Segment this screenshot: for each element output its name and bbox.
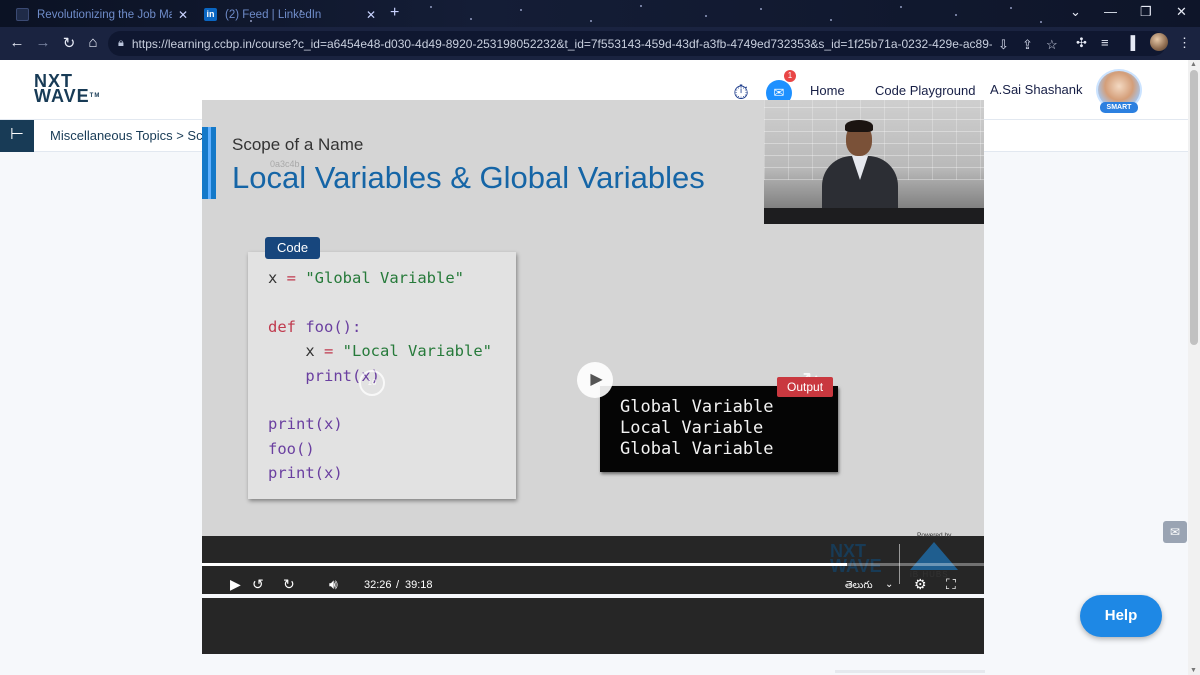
forward-arrow-icon[interactable]: → bbox=[34, 34, 52, 51]
replay-10-icon[interactable]: ↺ bbox=[252, 576, 264, 593]
slide-subtitle: Scope of a Name bbox=[232, 135, 364, 154]
output-console: Global Variable Local Variable Global Va… bbox=[600, 386, 838, 472]
user-name[interactable]: A.Sai Shashank bbox=[990, 82, 1083, 97]
page-footer-bar bbox=[835, 670, 985, 673]
share-icon[interactable]: ⇪ bbox=[1022, 37, 1033, 53]
tab-favicon bbox=[16, 8, 29, 21]
tab-title: Revolutionizing the Job Market bbox=[37, 8, 172, 21]
output-line: Local Variable bbox=[620, 418, 764, 438]
back-arrow-icon[interactable]: ← bbox=[8, 34, 26, 51]
code-token: x bbox=[268, 342, 324, 361]
code-line: x = "Local Variable" bbox=[268, 339, 516, 363]
restore-button[interactable]: ❐ bbox=[1140, 4, 1152, 20]
play-icon[interactable]: ▶ bbox=[230, 576, 241, 593]
code-line: foo() bbox=[268, 437, 516, 461]
video-frame: Scope of a Name 0a3c4b Local Variables &… bbox=[202, 100, 984, 584]
smart-badge: SMART bbox=[1100, 102, 1138, 113]
side-panel-icon[interactable]: ▐ bbox=[1126, 35, 1135, 50]
settings-icon[interactable]: ⚙ bbox=[914, 576, 927, 593]
code-token: "Local Variable" bbox=[333, 342, 492, 361]
install-app-icon[interactable]: ⇩ bbox=[998, 37, 1009, 53]
output-label: Output bbox=[777, 377, 834, 397]
code-line: def foo(): bbox=[268, 315, 516, 339]
code-line: print(x) bbox=[268, 461, 516, 485]
close-window-button[interactable]: ✕ bbox=[1176, 4, 1187, 20]
nav-home-link[interactable]: Home bbox=[810, 83, 845, 98]
close-tab-icon[interactable]: ✕ bbox=[366, 8, 376, 22]
volume-icon[interactable]: 🔊︎ bbox=[329, 576, 338, 593]
nxtwave-brand-logo: NXT WAVE bbox=[830, 541, 882, 576]
nav-code-playground-link[interactable]: Code Playground bbox=[875, 83, 975, 98]
presenter-hair bbox=[845, 120, 873, 132]
close-tab-icon[interactable]: ✕ bbox=[178, 8, 188, 22]
linkedin-favicon-icon: in bbox=[204, 8, 217, 21]
notification-badge: 1 bbox=[784, 70, 796, 82]
extensions-puzzle-icon[interactable]: ✣ bbox=[1076, 35, 1087, 51]
tab-title: (2) Feed | LinkedIn bbox=[225, 8, 322, 21]
feedback-icon[interactable]: ✉︎ bbox=[1163, 521, 1187, 543]
logo-text-line2: WAVETM bbox=[34, 86, 101, 106]
scrollbar-thumb[interactable] bbox=[1190, 70, 1198, 345]
page-scrollbar[interactable]: ▲ ▼ bbox=[1188, 60, 1200, 675]
code-token: "Global Variable" bbox=[296, 269, 464, 287]
presenter-desk bbox=[764, 208, 984, 224]
player-bottom-panel bbox=[202, 598, 984, 654]
browser-tab-job-market[interactable]: Revolutionizing the Job Market ✕ bbox=[8, 2, 196, 27]
bookmark-star-icon[interactable]: ☆ bbox=[1046, 37, 1058, 53]
scroll-up-icon[interactable]: ▲ bbox=[1190, 61, 1197, 68]
address-bar[interactable]: 🔒︎ https://learning.ccbp.in/course?c_id=… bbox=[108, 31, 1166, 56]
forward-10-icon[interactable]: ↻ bbox=[283, 576, 295, 593]
rewind-10-overlay-icon[interactable]: 10 bbox=[359, 370, 385, 396]
slide-accent-bar-inner bbox=[208, 127, 211, 199]
powered-by-text: Powered by bbox=[917, 532, 952, 539]
new-tab-button[interactable]: + bbox=[390, 4, 399, 22]
media-queue-icon[interactable]: ≡ bbox=[1101, 35, 1109, 50]
seek-bar-progress[interactable] bbox=[202, 563, 848, 566]
video-player[interactable]: Scope of a Name 0a3c4b Local Variables &… bbox=[202, 100, 984, 594]
lock-icon[interactable]: 🔒︎ bbox=[118, 37, 124, 50]
code-label: Code bbox=[265, 237, 321, 259]
output-line: Global Variable bbox=[620, 439, 774, 459]
code-token: print(x) bbox=[268, 464, 343, 483]
reload-icon[interactable]: ↻ bbox=[60, 34, 78, 52]
slide-title: Local Variables & Global Variables bbox=[232, 160, 705, 195]
code-token: print(x) bbox=[268, 415, 343, 434]
scroll-down-icon[interactable]: ▼ bbox=[1190, 667, 1197, 674]
code-token: x bbox=[268, 269, 287, 287]
url-text[interactable]: https://learning.ccbp.in/course?c_id=a64… bbox=[132, 37, 992, 51]
fullscreen-icon[interactable]: ⛶ bbox=[946, 576, 956, 593]
chevron-down-icon[interactable]: ⌄ bbox=[885, 579, 893, 590]
code-token: = bbox=[324, 342, 334, 361]
language-selector[interactable]: తెలుగు bbox=[845, 579, 873, 593]
big-play-icon[interactable]: ▶ bbox=[577, 362, 613, 398]
code-token: = bbox=[286, 269, 297, 287]
profile-avatar[interactable] bbox=[1150, 33, 1168, 51]
duration: 39:18 bbox=[405, 579, 433, 591]
code-line: print(x) bbox=[268, 364, 516, 388]
code-token: foo() bbox=[268, 439, 315, 458]
browser-menu-icon[interactable]: ⋮ bbox=[1178, 35, 1191, 51]
nxtwave-logo[interactable]: NXT WAVETM bbox=[34, 72, 101, 106]
code-line: print(x) bbox=[268, 412, 516, 436]
code-token: foo(): bbox=[305, 317, 362, 336]
minimize-button[interactable]: — bbox=[1104, 4, 1117, 19]
browser-tab-linkedin[interactable]: in (2) Feed | LinkedIn ✕ bbox=[196, 2, 384, 27]
home-icon[interactable]: ⌂ bbox=[84, 34, 102, 51]
help-button[interactable]: Help bbox=[1080, 595, 1162, 637]
output-line: Global Variable bbox=[620, 397, 774, 417]
time-separator: / bbox=[396, 579, 400, 591]
browser-toolbar: ← → ↻ ⌂ 🔒︎ https://learning.ccbp.in/cour… bbox=[0, 27, 1200, 60]
sidebar-toggle-icon[interactable]: ⊢ bbox=[0, 120, 34, 152]
browser-tab-bar: Revolutionizing the Job Market ✕ in (2) … bbox=[0, 0, 1200, 27]
code-token: def bbox=[268, 317, 306, 336]
code-line: x = "Global Variable" bbox=[268, 266, 516, 290]
tab-search-icon[interactable]: ⌄ bbox=[1070, 4, 1081, 20]
current-time: 32:26 bbox=[364, 579, 392, 591]
